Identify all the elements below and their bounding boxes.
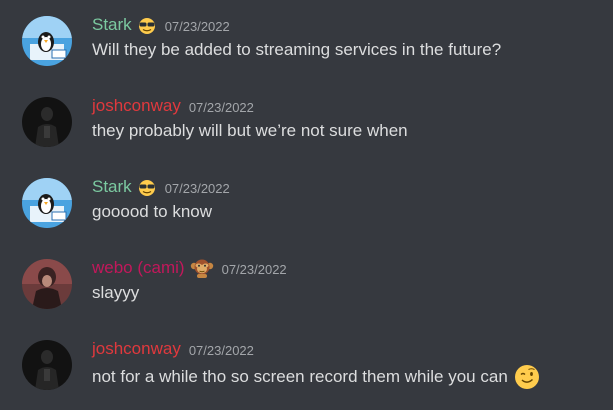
message-text: gooood to know <box>92 202 212 222</box>
message: joshconway 07/23/2022 not for a while th… <box>0 334 613 404</box>
username[interactable]: Stark <box>92 177 132 197</box>
dark-figure-avatar-icon[interactable] <box>22 340 72 390</box>
photo-avatar-icon[interactable] <box>22 259 72 309</box>
chat-messages: Stark 07/23/2022 Will they be added to s… <box>0 0 613 410</box>
timestamp: 07/23/2022 <box>164 180 230 196</box>
winking-face-emoji-icon <box>514 364 540 390</box>
message-text: not for a while tho so screen record the… <box>92 364 540 390</box>
message-text: they probably will but we’re not sure wh… <box>92 121 408 141</box>
sunglasses-emoji-icon <box>137 177 157 197</box>
timestamp: 07/23/2022 <box>188 342 254 358</box>
username[interactable]: Stark <box>92 15 132 35</box>
message: Stark 07/23/2022 gooood to know <box>0 172 613 242</box>
message-body: not for a while tho so screen record the… <box>92 367 508 386</box>
message-body: they probably will but we’re not sure wh… <box>92 121 408 140</box>
timestamp: 07/23/2022 <box>164 18 230 34</box>
message-body: Will they be added to streaming services… <box>92 40 502 59</box>
username[interactable]: joshconway <box>92 339 181 359</box>
penguin-avatar-icon[interactable] <box>22 178 72 228</box>
message: webo (cami) 07/23/2022 slayyy <box>0 253 613 323</box>
penguin-avatar-icon[interactable] <box>22 16 72 66</box>
message: Stark 07/23/2022 Will they be added to s… <box>0 10 613 80</box>
dark-figure-avatar-icon[interactable] <box>22 97 72 147</box>
timestamp: 07/23/2022 <box>188 99 254 115</box>
monkey-emoji-icon <box>190 257 214 279</box>
timestamp: 07/23/2022 <box>221 261 287 277</box>
message: joshconway 07/23/2022 they probably will… <box>0 91 613 161</box>
username[interactable]: webo (cami) <box>92 258 185 278</box>
sunglasses-emoji-icon <box>137 15 157 35</box>
message-body: gooood to know <box>92 202 213 221</box>
message-body: slayyy <box>92 283 140 302</box>
message-text: slayyy <box>92 283 139 303</box>
message-text: Will they be added to streaming services… <box>92 40 501 60</box>
username[interactable]: joshconway <box>92 96 181 116</box>
